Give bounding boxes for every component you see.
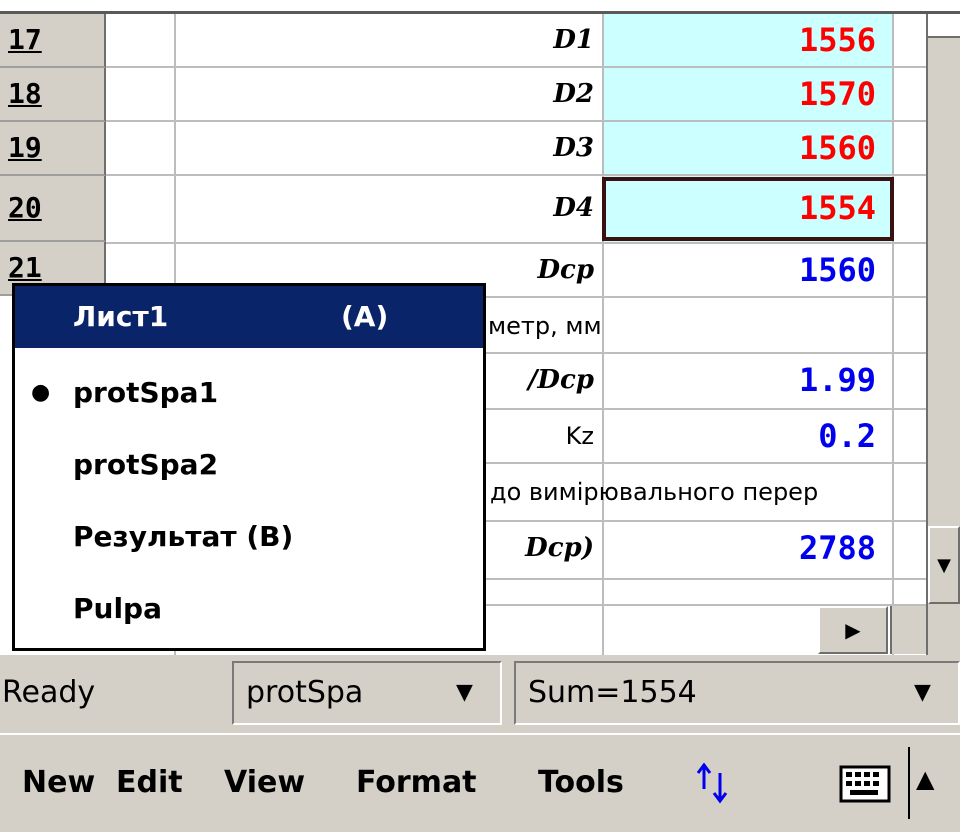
menu-item-protspa1[interactable]: ● protSpa1 (15, 358, 483, 428)
cell-label-d3[interactable]: D3 (176, 122, 594, 174)
grid-hline (106, 174, 926, 176)
cell-value-d2[interactable]: 1570 (604, 68, 876, 120)
row-header-18[interactable]: 18 (0, 68, 106, 122)
keyboard-icon[interactable] (838, 761, 894, 807)
cell-label-ratio[interactable]: /Dcp (486, 354, 594, 406)
cell-text-diameter[interactable]: метр, мм (488, 300, 602, 352)
cell-label-dcp-formula[interactable]: Dcp) (486, 522, 594, 574)
scroll-down-button[interactable]: ▼ (928, 526, 960, 604)
grid-top-border (0, 0, 960, 14)
sort-arrows-icon[interactable] (694, 759, 734, 809)
scroll-right-button[interactable]: ▶ (818, 606, 888, 654)
selected-bullet-icon: ● (31, 380, 51, 405)
status-bar: Ready protSpa ▼ Sum=1554 ▼ (0, 655, 960, 733)
menu-new[interactable]: New (22, 753, 95, 813)
chevron-down-icon: ▼ (456, 680, 473, 705)
cell-label-d2[interactable]: D2 (176, 68, 594, 120)
arrow-down-icon: ▼ (937, 554, 951, 576)
active-cell-cursor (602, 177, 894, 241)
cell-label-kz[interactable]: Kz (486, 410, 594, 462)
menu-item-shortcut: (A) (341, 300, 389, 333)
cell-label-d4[interactable]: D4 (176, 182, 594, 234)
row-header-17[interactable]: 17 (0, 14, 106, 68)
sum-dropdown[interactable]: Sum=1554 ▼ (514, 661, 960, 725)
menu-item-label: Результат (B) (73, 520, 294, 553)
cell-value-d1[interactable]: 1556 (604, 14, 876, 66)
arrow-right-icon: ▶ (845, 618, 861, 642)
input-panel-arrow-icon[interactable]: ▲ (916, 765, 934, 793)
row-header-19[interactable]: 19 (0, 122, 106, 176)
menu-item-label: Pulpa (73, 592, 162, 625)
menu-item-sheet1[interactable]: Лист1 (A) (15, 286, 483, 348)
sum-value: Sum=1554 (528, 675, 697, 710)
command-bar: New Edit View Format Tools ▲ (0, 733, 960, 832)
menu-item-label: protSpa2 (73, 448, 219, 481)
menu-item-label: Лист1 (73, 300, 169, 333)
cell-text-measuring[interactable]: до вимірювального перер (490, 466, 818, 518)
sheet-dropdown-value: protSpa (246, 675, 364, 710)
cell-value-ratio[interactable]: 1.99 (604, 354, 876, 406)
menu-item-pulpa[interactable]: Pulpa (15, 574, 483, 644)
cell-value-2788[interactable]: 2788 (604, 522, 876, 574)
menu-format[interactable]: Format (356, 753, 477, 813)
menu-view[interactable]: View (224, 753, 305, 813)
scrollbar-top-track (928, 14, 960, 38)
sheet-switch-menu: Лист1 (A) ● protSpa1 protSpa2 Результат … (12, 283, 486, 651)
separator (908, 747, 910, 819)
menu-item-label: protSpa1 (73, 376, 219, 409)
menu-edit[interactable]: Edit (116, 753, 183, 813)
menu-item-result[interactable]: Результат (B) (15, 502, 483, 572)
menu-tools[interactable]: Tools (538, 753, 624, 813)
cell-label-d1[interactable]: D1 (176, 14, 594, 66)
grid-vline (892, 14, 894, 655)
row-header-20[interactable]: 20 (0, 176, 106, 242)
vertical-scrollbar[interactable]: ▼ (926, 14, 960, 655)
chevron-down-icon: ▼ (914, 680, 931, 705)
sheet-dropdown[interactable]: protSpa ▼ (232, 661, 502, 725)
cell-value-kz[interactable]: 0.2 (604, 410, 876, 462)
cell-value-dcp[interactable]: 1560 (604, 244, 876, 296)
menu-item-protspa2[interactable]: protSpa2 (15, 430, 483, 500)
scroll-corner (890, 606, 926, 654)
status-ready: Ready (2, 675, 96, 710)
cell-value-d3[interactable]: 1560 (604, 122, 876, 174)
